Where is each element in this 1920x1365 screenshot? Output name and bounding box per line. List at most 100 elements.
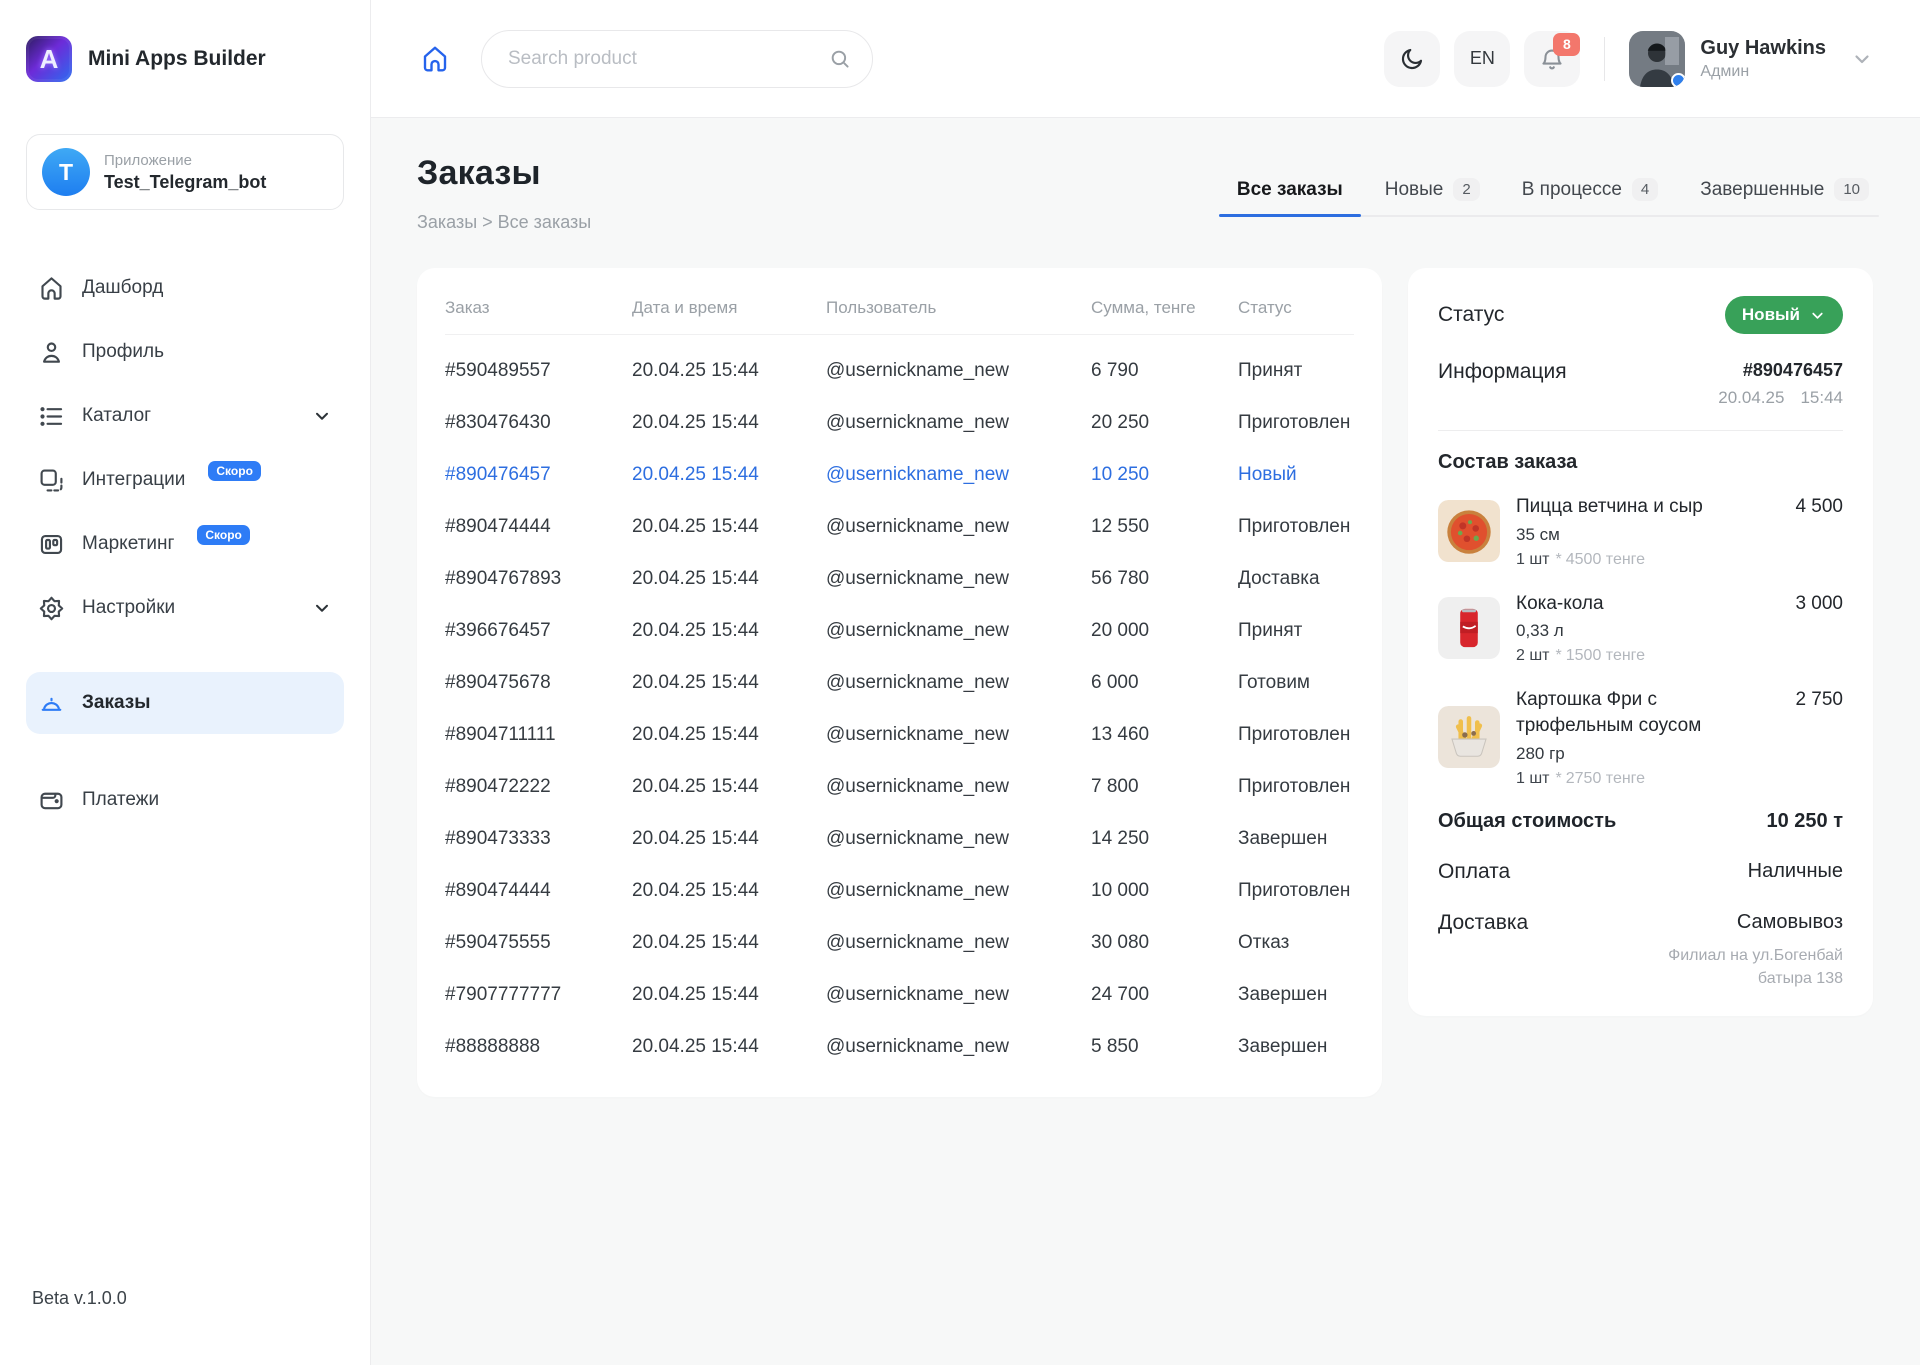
- table-row[interactable]: #830476430 20.04.25 15:44 @usernickname_…: [445, 397, 1354, 449]
- total-row: Общая стоимость 10 250 т: [1438, 810, 1843, 833]
- home-button[interactable]: [413, 37, 457, 81]
- user-icon: [38, 339, 65, 366]
- cell-datetime: 20.04.25 15:44: [632, 464, 826, 486]
- sidebar-item-payments[interactable]: Платежи: [26, 768, 344, 832]
- cell-datetime: 20.04.25 15:44: [632, 620, 826, 642]
- cell-status: Отказ: [1238, 932, 1354, 954]
- cell-datetime: 20.04.25 15:44: [632, 984, 826, 1006]
- table-row[interactable]: #890473333 20.04.25 15:44 @usernickname_…: [445, 813, 1354, 865]
- item-qty-line: 1 шт*4500 тенге: [1516, 551, 1779, 569]
- sidebar-item-integrations[interactable]: Интеграции Скоро: [26, 448, 344, 512]
- cell-status: Приготовлен: [1238, 776, 1354, 798]
- delivery-row: Доставка Самовывоз: [1438, 911, 1843, 935]
- sidebar-item-label: Настройки: [82, 597, 175, 619]
- cell-amount: 10 250: [1091, 464, 1238, 486]
- order-item: Картошка Фри с трюфельным соусом 280 гр …: [1438, 687, 1843, 787]
- table-row[interactable]: #890474444 20.04.25 15:44 @usernickname_…: [445, 865, 1354, 917]
- tab-1[interactable]: Новые 2: [1385, 178, 1480, 201]
- online-dot: [1671, 73, 1685, 87]
- sidebar-item-orders[interactable]: Заказы: [26, 672, 344, 734]
- search-input[interactable]: [481, 30, 873, 88]
- cell-order-id: #590489557: [445, 360, 632, 382]
- cell-user: @usernickname_new: [826, 360, 1091, 382]
- tab-3[interactable]: Завершенные 10: [1700, 178, 1869, 201]
- sidebar-item-home[interactable]: Дашборд: [26, 256, 344, 320]
- table-row[interactable]: #8904711111 20.04.25 15:44 @usernickname…: [445, 709, 1354, 761]
- cell-status: Новый: [1238, 464, 1354, 486]
- table-row[interactable]: #890476457 20.04.25 15:44 @usernickname_…: [445, 449, 1354, 501]
- cell-amount: 12 550: [1091, 516, 1238, 538]
- cell-datetime: 20.04.25 15:44: [632, 360, 826, 382]
- brand: A Mini Apps Builder: [26, 36, 344, 82]
- cell-amount: 6 000: [1091, 672, 1238, 694]
- total-value: 10 250 т: [1766, 810, 1843, 833]
- app-avatar: T: [42, 148, 90, 196]
- cell-user: @usernickname_new: [826, 620, 1091, 642]
- cell-user: @usernickname_new: [826, 828, 1091, 850]
- fries-image: [1438, 706, 1500, 768]
- sidebar-item-gear[interactable]: Настройки: [26, 576, 344, 640]
- sidebar-item-label: Маркетинг: [82, 533, 174, 555]
- notifications-button[interactable]: 8: [1524, 31, 1580, 87]
- cell-status: Принят: [1238, 620, 1354, 642]
- column-header: Заказ: [445, 298, 632, 318]
- cell-datetime: 20.04.25 15:44: [632, 1036, 826, 1058]
- sidebar-item-list[interactable]: Каталог: [26, 384, 344, 448]
- order-item: Кока-кола 0,33 л 2 шт*1500 тенге 3 000: [1438, 591, 1843, 666]
- divider: [1604, 37, 1605, 81]
- pizza-image: [1438, 500, 1500, 562]
- table-row[interactable]: #590489557 20.04.25 15:44 @usernickname_…: [445, 345, 1354, 397]
- sidebar-item-user[interactable]: Профиль: [26, 320, 344, 384]
- tab-0[interactable]: Все заказы: [1237, 178, 1343, 201]
- info-row: Информация #890476457 20.04.25 15:44: [1438, 360, 1843, 408]
- cell-datetime: 20.04.25 15:44: [632, 880, 826, 902]
- table-row[interactable]: #890474444 20.04.25 15:44 @usernickname_…: [445, 501, 1354, 553]
- cell-status: Принят: [1238, 360, 1354, 382]
- home-icon: [38, 275, 65, 302]
- sidebar-item-marketing[interactable]: Маркетинг Скоро: [26, 512, 344, 576]
- table-row[interactable]: #890472222 20.04.25 15:44 @usernickname_…: [445, 761, 1354, 813]
- language-button[interactable]: EN: [1454, 31, 1510, 87]
- user-menu[interactable]: Guy Hawkins Админ: [1629, 31, 1873, 87]
- order-datetime: 20.04.25 15:44: [1718, 388, 1843, 408]
- user-name: Guy Hawkins: [1700, 37, 1826, 60]
- table-row[interactable]: #590475555 20.04.25 15:44 @usernickname_…: [445, 917, 1354, 969]
- table-row[interactable]: #890475678 20.04.25 15:44 @usernickname_…: [445, 657, 1354, 709]
- cell-order-id: #890472222: [445, 776, 632, 798]
- theme-toggle-button[interactable]: [1384, 31, 1440, 87]
- cell-amount: 30 080: [1091, 932, 1238, 954]
- cell-status: Приготовлен: [1238, 516, 1354, 538]
- item-total: 2 750: [1795, 689, 1843, 711]
- table-row[interactable]: #396676457 20.04.25 15:44 @usernickname_…: [445, 605, 1354, 657]
- order-date: 20.04.25: [1718, 388, 1784, 408]
- chevron-down-icon: [312, 406, 332, 426]
- status-value: Новый: [1742, 305, 1800, 325]
- cell-order-id: #830476430: [445, 412, 632, 434]
- delivery-address: Филиал на ул.Богенбай батыра 138: [1628, 944, 1843, 990]
- total-label: Общая стоимость: [1438, 810, 1616, 833]
- cola-image: [1438, 597, 1500, 659]
- column-header: Сумма, тенге: [1091, 298, 1238, 318]
- cell-order-id: #890475678: [445, 672, 632, 694]
- chevron-down-icon: [312, 598, 332, 618]
- table-row[interactable]: #7907777777 20.04.25 15:44 @usernickname…: [445, 969, 1354, 1021]
- moon-icon: [1399, 46, 1425, 72]
- topbar-actions: EN 8 Guy Hawkins Админ: [1384, 31, 1873, 87]
- cell-status: Готовим: [1238, 672, 1354, 694]
- app-selector[interactable]: T Приложение Test_Telegram_bot: [26, 134, 344, 210]
- cell-datetime: 20.04.25 15:44: [632, 776, 826, 798]
- tab-2[interactable]: В процессе 4: [1522, 178, 1659, 201]
- status-dropdown[interactable]: Новый: [1725, 296, 1843, 334]
- item-size: 35 см: [1516, 525, 1779, 545]
- cell-datetime: 20.04.25 15:44: [632, 724, 826, 746]
- table-row[interactable]: #88888888 20.04.25 15:44 @usernickname_n…: [445, 1021, 1354, 1073]
- cell-user: @usernickname_new: [826, 1036, 1091, 1058]
- tab-count-badge: 10: [1834, 178, 1869, 201]
- cell-order-id: #8904711111: [445, 724, 632, 746]
- cell-user: @usernickname_new: [826, 880, 1091, 902]
- cell-status: Приготовлен: [1238, 412, 1354, 434]
- cell-order-id: #396676457: [445, 620, 632, 642]
- cell-amount: 10 000: [1091, 880, 1238, 902]
- table-row[interactable]: #8904767893 20.04.25 15:44 @usernickname…: [445, 553, 1354, 605]
- cell-user: @usernickname_new: [826, 412, 1091, 434]
